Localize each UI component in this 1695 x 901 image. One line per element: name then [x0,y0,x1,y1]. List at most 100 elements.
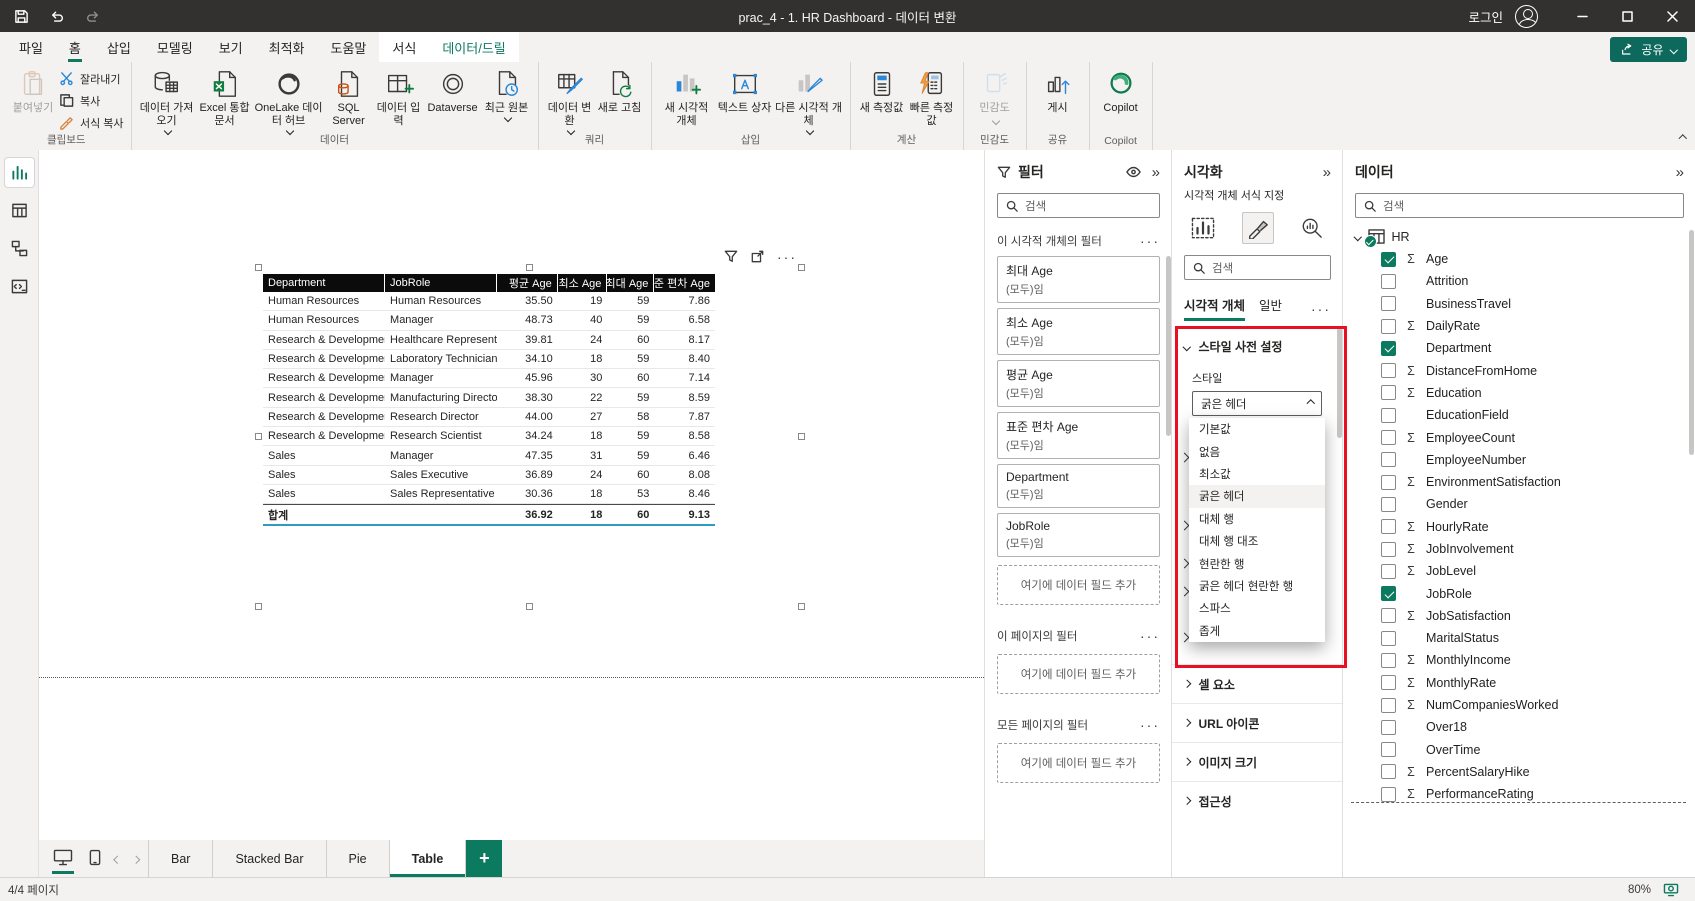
table-header-cell[interactable]: 표준 편차 Age [654,274,715,292]
account-avatar-icon[interactable] [1515,4,1538,28]
field-checkbox[interactable] [1381,586,1396,602]
add-field-dropzone[interactable]: 여기에 데이터 필드 추가 [997,743,1160,783]
field-item[interactable]: Σ PercentSalaryHike [1343,761,1695,783]
field-item[interactable]: EducationField [1343,404,1695,426]
tab-visual-format[interactable]: 시각적 개체 [1184,295,1245,321]
report-canvas[interactable]: ··· DepartmentJobRole평균 Age최소 Age최대 Age표… [39,150,984,840]
excel-workbook-button[interactable]: Excel 통합 문서 [197,67,253,128]
refresh-button[interactable]: 새로 고침 [596,67,644,115]
ribbon-tab[interactable]: 최적화 [256,32,318,62]
paste-button[interactable]: 붙여넣기 [9,67,57,115]
enter-data-button[interactable]: 데이터 입력 [375,67,423,128]
table-header-cell[interactable]: Department [263,274,386,292]
field-checkbox[interactable] [1381,340,1396,356]
field-checkbox[interactable] [1381,474,1396,490]
field-checkbox[interactable] [1381,630,1396,646]
field-item[interactable]: Σ MonthlyIncome [1343,649,1695,671]
field-checkbox[interactable] [1381,742,1396,758]
table-row[interactable]: Research & Development Research Scientist… [263,427,715,447]
ribbon-tab[interactable]: 홈 [56,32,94,62]
style-option[interactable]: 현란한 행 [1189,552,1325,574]
field-checkbox[interactable] [1381,251,1396,267]
style-preset-select[interactable]: 굵은 헤더 [1192,391,1322,416]
ribbon-tab[interactable]: 모델링 [144,32,206,62]
maximize-button[interactable] [1605,0,1650,32]
focus-mode-icon[interactable] [751,250,764,263]
field-checkbox[interactable] [1381,786,1396,802]
field-item[interactable]: BusinessTravel [1343,293,1695,315]
filter-card[interactable]: 평균 Age (모두)임 [997,360,1160,407]
field-checkbox[interactable] [1381,385,1396,401]
field-checkbox[interactable] [1381,519,1396,535]
field-item[interactable]: JobRole [1343,582,1695,604]
field-item[interactable]: Σ DailyRate [1343,315,1695,337]
fit-to-page-icon[interactable] [1663,883,1679,897]
field-checkbox[interactable] [1381,675,1396,691]
resize-handle[interactable] [798,433,805,440]
page-tab[interactable]: Table [389,840,467,877]
style-option[interactable]: 좁게 [1189,620,1325,642]
resize-handle[interactable] [798,264,805,271]
ribbon-tab[interactable]: 데이터/드릴 [429,32,519,62]
filter-card[interactable]: 최소 Age (모두)임 [997,308,1160,355]
viz-section-row[interactable]: 접근성 [1172,781,1343,820]
style-option[interactable]: 굵은 헤더 [1189,485,1325,508]
field-checkbox[interactable] [1381,407,1396,423]
table-row[interactable]: Human Resources Manager 48.73 40 59 6.58 [263,311,715,331]
field-checkbox[interactable] [1381,697,1396,713]
copilot-button[interactable]: Copilot [1097,67,1145,115]
field-item[interactable]: EmployeeNumber [1343,449,1695,471]
model-view-button[interactable] [5,234,34,263]
format-visual-icon[interactable] [1241,212,1274,244]
field-item[interactable]: Department [1343,337,1695,359]
viz-section-row[interactable]: 이미지 크기 [1172,742,1343,781]
ribbon-tab[interactable]: 파일 [6,32,56,62]
table-visual[interactable]: ··· DepartmentJobRole평균 Age최소 Age최대 Age표… [255,250,805,610]
more-options-icon[interactable]: ··· [1140,629,1160,643]
save-icon[interactable] [14,9,29,24]
field-checkbox[interactable] [1381,273,1396,289]
ribbon-tab[interactable]: 삽입 [94,32,144,62]
more-options-icon[interactable]: ··· [777,250,797,264]
field-item[interactable]: MaritalStatus [1343,627,1695,649]
collapse-ribbon-icon[interactable] [1678,130,1687,144]
field-checkbox[interactable] [1381,652,1396,668]
table-header-cell[interactable]: 최대 Age [607,274,655,292]
field-item[interactable]: Gender [1343,493,1695,515]
style-option[interactable]: 대체 행 [1189,508,1325,530]
resize-handle[interactable] [255,433,262,440]
ribbon-tab[interactable]: 서식 [379,32,430,62]
cut-button[interactable]: 잘라내기 [59,70,124,87]
filter-card[interactable]: Department (모두)임 [997,464,1160,508]
data-search-input[interactable]: 검색 [1355,193,1684,218]
next-page-arrow-icon[interactable] [131,852,140,866]
table-row[interactable]: Sales Sales Representative 30.36 18 53 8.46 [263,485,715,505]
copy-button[interactable]: 복사 [59,92,124,109]
field-checkbox[interactable] [1381,541,1396,557]
field-item[interactable]: Σ EnvironmentSatisfaction [1343,471,1695,493]
new-page-button[interactable]: + [466,840,503,877]
style-option[interactable]: 없음 [1189,440,1325,462]
style-option[interactable]: 대체 행 대조 [1189,530,1325,552]
get-data-button[interactable]: 데이터 가져오기 [139,67,195,136]
resize-handle[interactable] [526,264,533,271]
new-measure-button[interactable]: 새 측정값 [858,67,906,115]
field-checkbox[interactable] [1381,764,1396,780]
field-checkbox[interactable] [1381,296,1396,312]
field-item[interactable]: Over18 [1343,716,1695,738]
field-checkbox[interactable] [1381,430,1396,446]
transform-data-button[interactable]: 데이터 변환 [546,67,594,136]
zoom-level[interactable]: 80% [1628,884,1651,896]
field-item[interactable]: Σ MonthlyRate [1343,672,1695,694]
field-item[interactable]: Σ JobLevel [1343,560,1695,582]
filter-card[interactable]: 최대 Age (모두)임 [997,256,1160,303]
add-field-dropzone[interactable]: 여기에 데이터 필드 추가 [997,654,1160,694]
more-options-icon[interactable]: ··· [1140,234,1160,248]
viz-section-row[interactable]: 셀 요소 [1172,664,1343,703]
resize-handle[interactable] [526,603,533,610]
field-item[interactable]: OverTime [1343,739,1695,761]
sensitivity-button[interactable]: 민감도 [971,67,1019,126]
style-option[interactable]: 스파스 [1189,597,1325,619]
table-row[interactable]: Research & Development Laboratory Technic… [263,350,715,370]
field-item[interactable]: Σ NumCompaniesWorked [1343,694,1695,716]
